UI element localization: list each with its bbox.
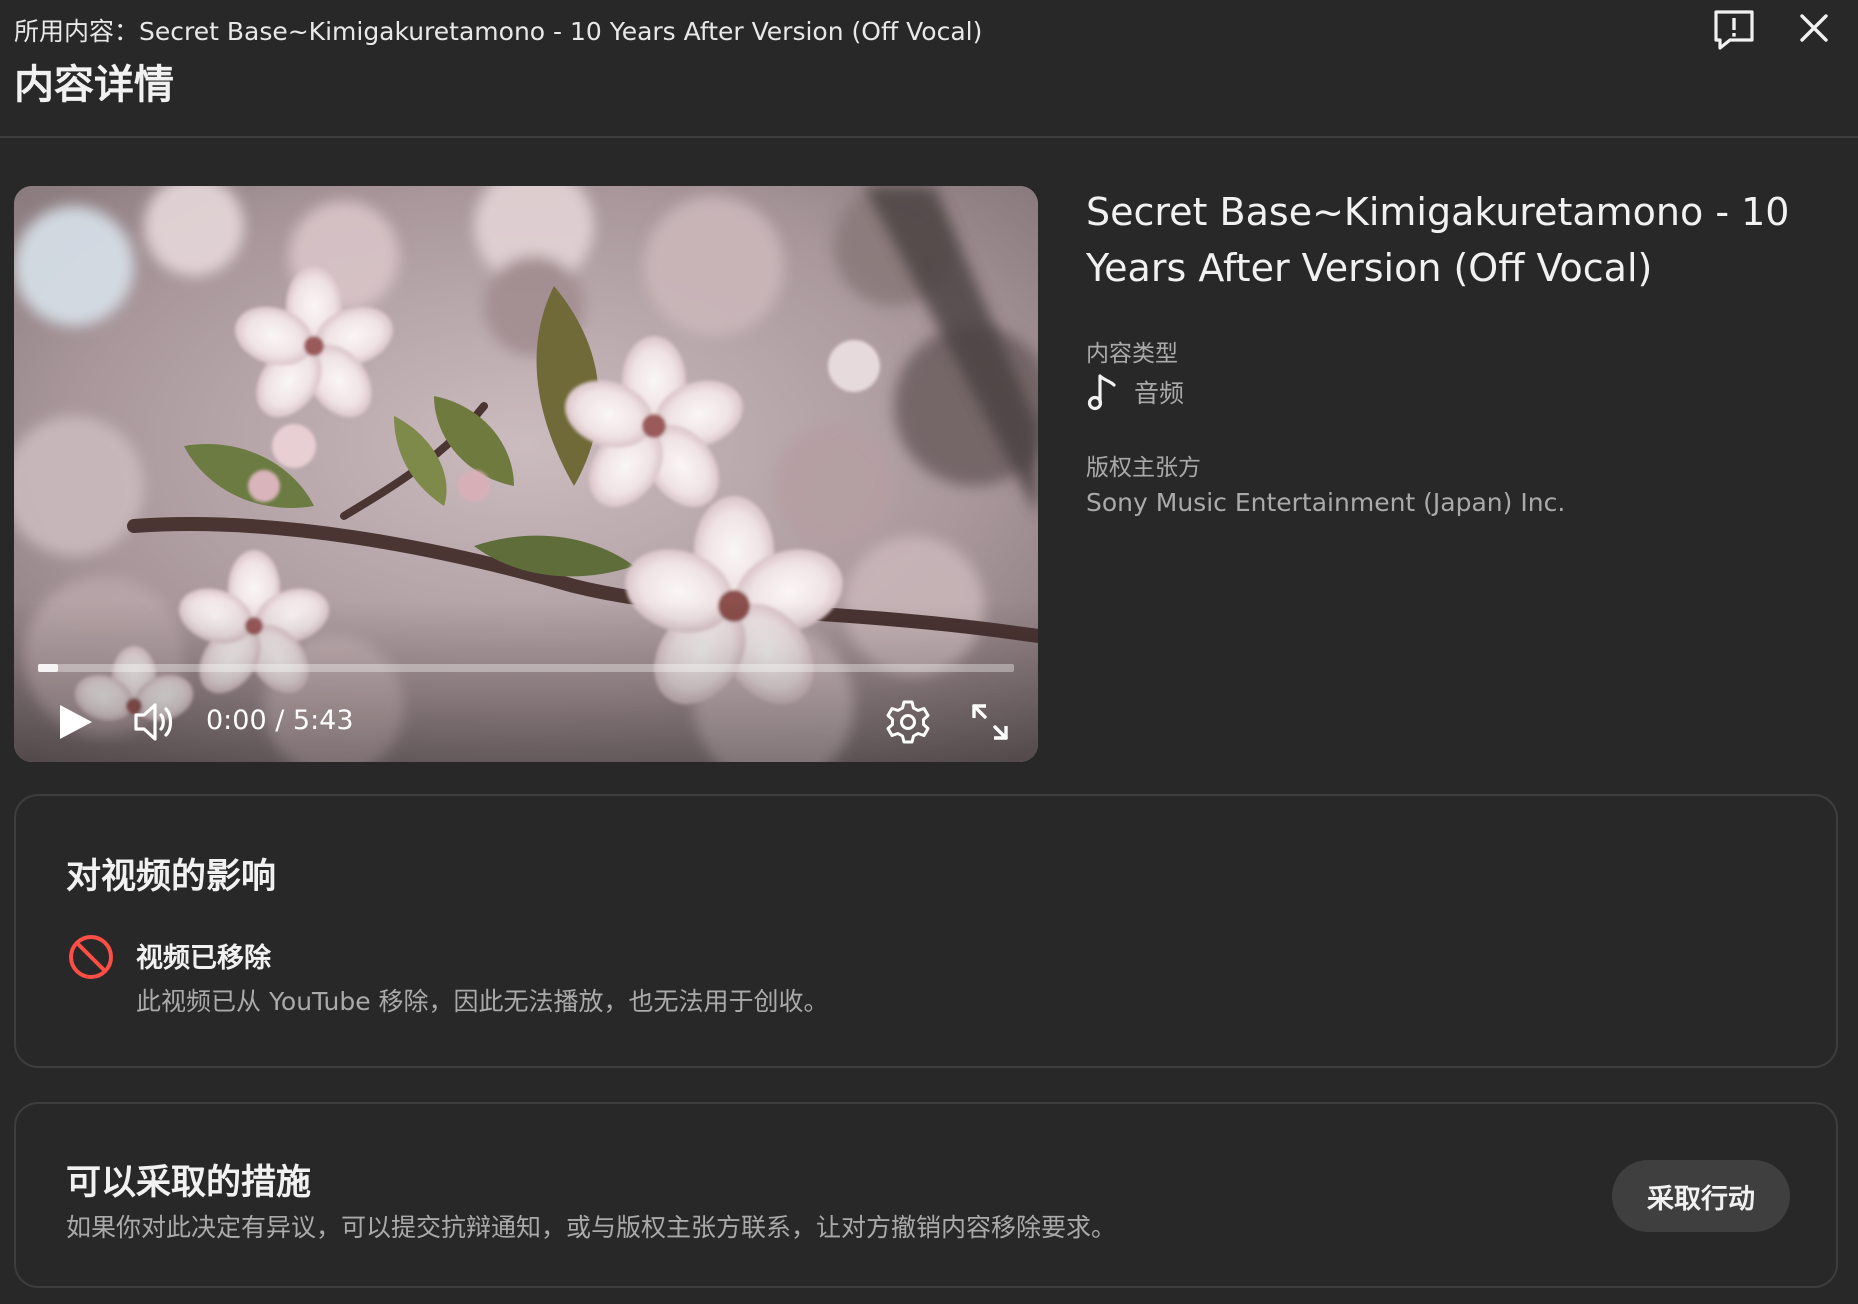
volume-icon (134, 703, 173, 741)
close-icon (1800, 14, 1828, 42)
actions-card: 可以采取的措施 如果你对此决定有异议，可以提交抗辩通知，或与版权主张方联系，让对… (14, 1102, 1838, 1288)
content-type-text: 音频 (1134, 379, 1185, 408)
progress-fill (38, 664, 58, 672)
page-title: 内容详情 (14, 62, 174, 108)
music-note-icon (1086, 372, 1122, 412)
content-type-value: 音频 (1086, 372, 1184, 412)
time-display: 0:00 / 5:43 (206, 705, 354, 736)
blocked-icon (69, 935, 113, 979)
actions-description: 如果你对此决定有异议，可以提交抗辩通知，或与版权主张方联系，让对方撤销内容移除要… (66, 1213, 1117, 1242)
fullscreen-button[interactable] (960, 692, 1020, 752)
volume-button[interactable] (124, 692, 184, 752)
claimant-value: Sony Music Entertainment (Japan) Inc. (1086, 488, 1566, 517)
claimant-label: 版权主张方 (1086, 455, 1201, 481)
progress-bar[interactable] (38, 664, 1014, 672)
video-player[interactable]: 0:00 / 5:43 (14, 186, 1038, 762)
play-button[interactable] (46, 694, 102, 750)
settings-button[interactable] (878, 692, 938, 752)
settings-gear-icon (886, 700, 930, 744)
used-content-label: 所用内容：Secret Base~Kimigakuretamono - 10 Y… (14, 17, 983, 46)
take-action-button[interactable]: 采取行动 (1612, 1160, 1790, 1232)
play-icon (60, 705, 92, 739)
impact-title: 对视频的影响 (66, 857, 277, 897)
close-button[interactable] (1784, 0, 1844, 58)
content-title: Secret Base~Kimigakuretamono - 10 Years … (1086, 190, 1790, 290)
fullscreen-icon (972, 704, 1008, 740)
feedback-button[interactable] (1704, 0, 1764, 60)
feedback-icon (1714, 10, 1754, 50)
impact-card: 对视频的影响 视频已移除 此视频已从 YouTube 移除，因此无法播放，也无法… (14, 794, 1838, 1068)
impact-status-heading: 视频已移除 (136, 943, 271, 974)
content-type-label: 内容类型 (1086, 341, 1178, 367)
dialog-header: 所用内容：Secret Base~Kimigakuretamono - 10 Y… (0, 0, 1858, 138)
actions-title: 可以采取的措施 (66, 1163, 312, 1203)
impact-status-description: 此视频已从 YouTube 移除，因此无法播放，也无法用于创收。 (136, 987, 829, 1016)
